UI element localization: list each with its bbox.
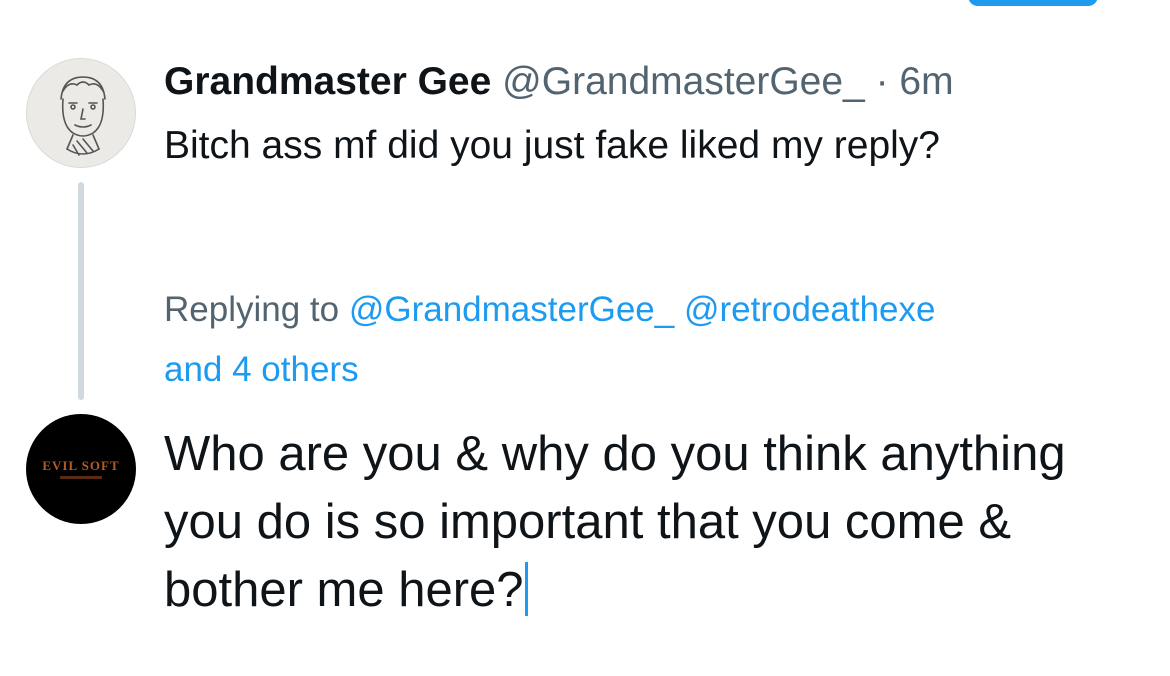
avatar-logo-underline (60, 476, 102, 479)
text-cursor (524, 562, 528, 616)
mention-link[interactable]: @retrodeathexe (684, 290, 936, 329)
replying-to-label: Replying to (164, 290, 340, 329)
compose-text: Who are you & why do you think anything … (164, 427, 1066, 617)
meta-dot: · (875, 60, 889, 103)
avatar-logo: EVIL SOFT (42, 458, 120, 473)
thread-connector-line (78, 182, 84, 400)
tweet-text: Bitch ass mf did you just fake liked my … (164, 124, 940, 167)
meta-space (889, 60, 900, 103)
reply-compose-input[interactable]: Who are you & why do you think anything … (164, 420, 1124, 624)
mention-link[interactable]: @GrandmasterGee_ (349, 290, 674, 329)
avatar[interactable] (26, 58, 136, 168)
meta-separator (865, 60, 876, 103)
replying-to-line: Replying to @GrandmasterGee_ @retrodeath… (164, 280, 1124, 400)
display-name[interactable]: Grandmaster Gee (164, 60, 491, 103)
user-handle[interactable]: @GrandmasterGee_ (502, 60, 865, 103)
tweet-timestamp[interactable]: 6m (899, 60, 953, 103)
sketch-portrait-icon (60, 76, 106, 156)
avatar[interactable]: EVIL SOFT (26, 414, 136, 524)
others-link[interactable]: and 4 others (164, 350, 359, 389)
tweet-header: Grandmaster Gee @GrandmasterGee_ · 6m (164, 58, 954, 106)
reply-button-edge[interactable] (968, 0, 1098, 6)
